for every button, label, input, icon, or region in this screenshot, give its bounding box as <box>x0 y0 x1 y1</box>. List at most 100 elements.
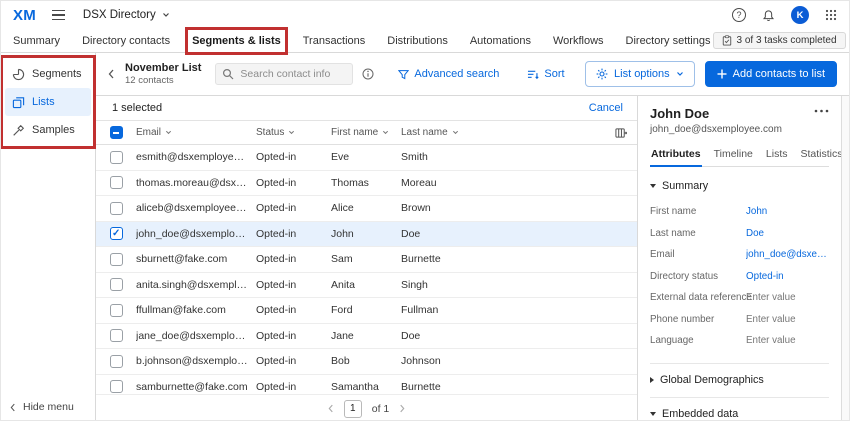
table-row[interactable]: b.johnson@dsxemployee.... Opted-in Bob J… <box>96 349 637 375</box>
detail-tabs: Attributes Timeline Lists Statistics <box>650 145 829 167</box>
tab-segments-and-lists[interactable]: Segments & lists <box>190 32 283 50</box>
add-contacts-button[interactable]: Add contacts to list <box>705 61 837 87</box>
select-all-checkbox[interactable] <box>110 126 123 139</box>
advanced-search-button[interactable]: Advanced search <box>398 68 499 80</box>
tab-summary[interactable]: Summary <box>11 32 62 50</box>
row-checkbox[interactable] <box>110 151 123 164</box>
attribute-value[interactable]: Enter value <box>746 314 829 325</box>
pagination: 1 of 1 <box>96 394 637 421</box>
search-input[interactable] <box>215 63 353 85</box>
tab-timeline[interactable]: Timeline <box>713 145 754 166</box>
tasks-completed-badge[interactable]: 3 of 3 tasks completed <box>713 32 846 49</box>
hide-menu-button[interactable]: Hide menu <box>10 401 74 413</box>
tab-directory-contacts[interactable]: Directory contacts <box>80 32 172 50</box>
tab-automations[interactable]: Automations <box>468 32 533 50</box>
table-row[interactable]: aliceb@dsxemployee.com Opted-in Alice Br… <box>96 196 637 222</box>
list-options-button[interactable]: List options <box>585 61 695 87</box>
row-checkbox[interactable] <box>110 253 123 266</box>
scrollbar-track[interactable] <box>841 96 849 421</box>
table-row[interactable]: ffullman@fake.com Opted-in Ford Fullman <box>96 298 637 324</box>
app-grid-icon[interactable] <box>825 9 837 21</box>
attribute-row: Phone number Enter value <box>650 309 829 331</box>
attribute-value[interactable]: John <box>746 206 829 217</box>
tab-transactions[interactable]: Transactions <box>301 32 368 50</box>
attribute-label: Last name <box>650 228 746 239</box>
attribute-value[interactable]: john_doe@dsxem... <box>746 249 829 260</box>
tab-distributions[interactable]: Distributions <box>385 32 450 50</box>
tab-statistics[interactable]: Statistics <box>799 145 841 166</box>
previous-page-button[interactable] <box>328 404 334 413</box>
cell-last-name: Doe <box>401 330 637 342</box>
directory-selector[interactable]: DSX Directory <box>83 9 170 21</box>
embedded-data-section-toggle[interactable]: Embedded data <box>650 408 829 420</box>
row-checkbox[interactable] <box>110 329 123 342</box>
attribute-value[interactable]: Doe <box>746 228 829 239</box>
cancel-selection-link[interactable]: Cancel <box>589 102 623 114</box>
plus-icon <box>717 69 727 79</box>
row-checkbox[interactable] <box>110 202 123 215</box>
app-window: XM DSX Directory K Summary Directory con… <box>0 0 850 421</box>
list-name: November List <box>125 62 201 74</box>
row-checkbox[interactable] <box>110 278 123 291</box>
sidebar-item-label: Lists <box>32 96 55 108</box>
back-button[interactable] <box>108 69 115 79</box>
next-page-button[interactable] <box>399 404 405 413</box>
cell-email: anita.singh@dsxemployee... <box>136 279 256 291</box>
cell-last-name: Smith <box>401 151 637 163</box>
column-header-email[interactable]: Email <box>136 127 256 138</box>
attribute-value[interactable]: Enter value <box>746 292 829 303</box>
cell-last-name: Doe <box>401 228 637 240</box>
chevron-down-icon <box>452 129 459 136</box>
row-checkbox[interactable] <box>110 380 123 393</box>
sidebar-item-lists[interactable]: Lists <box>5 88 91 116</box>
notifications-bell-icon[interactable] <box>762 9 775 22</box>
lists-icon <box>12 96 25 109</box>
help-icon[interactable] <box>732 8 746 22</box>
info-icon[interactable] <box>362 68 374 80</box>
cell-email: ffullman@fake.com <box>136 304 256 316</box>
table-row[interactable]: thomas.moreau@dsxempl... Opted-in Thomas… <box>96 171 637 197</box>
tab-workflows[interactable]: Workflows <box>551 32 606 50</box>
row-checkbox[interactable] <box>110 304 123 317</box>
row-checkbox[interactable] <box>110 176 123 189</box>
attribute-value[interactable]: Enter value <box>746 335 829 346</box>
column-header-last-name[interactable]: Last name <box>401 127 601 138</box>
sidebar-item-samples[interactable]: Samples <box>5 116 91 144</box>
cell-first-name: Ford <box>331 304 401 316</box>
cell-first-name: Anita <box>331 279 401 291</box>
tab-attributes[interactable]: Attributes <box>650 145 702 167</box>
add-contacts-label: Add contacts to list <box>733 68 825 80</box>
row-checkbox-checked[interactable] <box>110 227 123 240</box>
table-row[interactable]: esmith@dsxemployee.com Opted-in Eve Smit… <box>96 145 637 171</box>
tasks-clipboard-icon <box>722 35 732 46</box>
list-options-label: List options <box>614 68 670 80</box>
column-header-first-name[interactable]: First name <box>331 127 401 138</box>
table-row[interactable]: jane_doe@dsxemployee.... Opted-in Jane D… <box>96 324 637 350</box>
sidebar-item-segments[interactable]: Segments <box>5 60 91 88</box>
tab-directory-settings[interactable]: Directory settings <box>624 32 713 50</box>
row-checkbox[interactable] <box>110 355 123 368</box>
tab-lists[interactable]: Lists <box>765 145 789 166</box>
table-row[interactable]: sburnett@fake.com Opted-in Sam Burnette <box>96 247 637 273</box>
global-demographics-section-toggle[interactable]: Global Demographics <box>650 374 829 386</box>
hamburger-menu-icon[interactable] <box>52 10 65 21</box>
table-row-selected[interactable]: john_doe@dsxemployee.... Opted-in John D… <box>96 222 637 248</box>
chevron-left-icon <box>10 403 16 412</box>
directory-name: DSX Directory <box>83 9 156 21</box>
segments-icon <box>12 68 25 81</box>
table-rows: esmith@dsxemployee.com Opted-in Eve Smit… <box>96 145 637 394</box>
attribute-value[interactable]: Opted-in <box>746 271 829 282</box>
more-options-icon[interactable] <box>814 106 829 113</box>
cell-email: sburnett@fake.com <box>136 253 256 265</box>
chevron-down-icon <box>162 11 170 19</box>
cell-status: Opted-in <box>256 253 331 265</box>
user-avatar[interactable]: K <box>791 6 809 24</box>
table-row[interactable]: samburnette@fake.com Opted-in Samantha B… <box>96 375 637 395</box>
summary-section-toggle[interactable]: Summary <box>650 180 829 192</box>
cell-email: john_doe@dsxemployee.... <box>136 228 256 240</box>
manage-columns-button[interactable] <box>601 127 637 139</box>
samples-icon <box>12 124 25 137</box>
table-row[interactable]: anita.singh@dsxemployee... Opted-in Anit… <box>96 273 637 299</box>
sort-button[interactable]: Sort <box>527 68 564 80</box>
column-header-status[interactable]: Status <box>256 127 331 138</box>
